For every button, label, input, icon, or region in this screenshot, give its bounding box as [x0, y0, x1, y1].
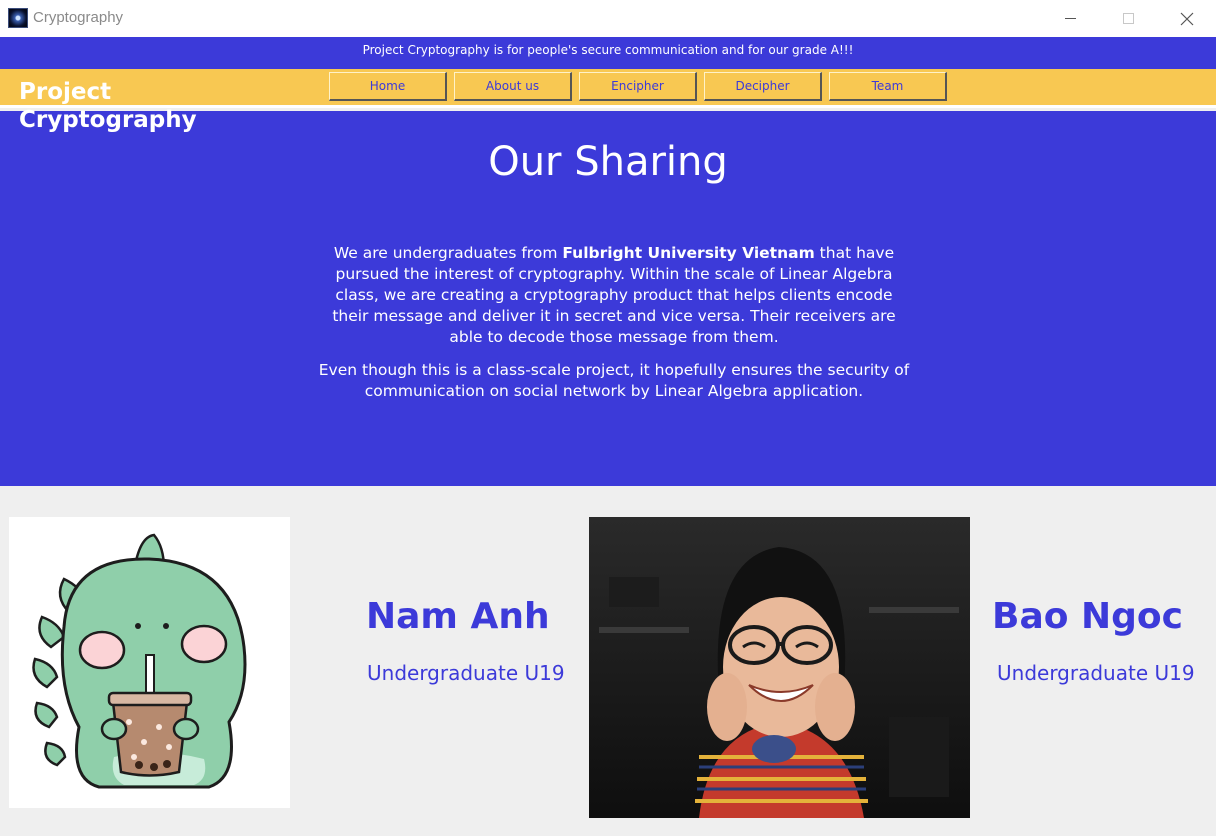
- app-icon: [8, 8, 28, 28]
- close-icon: [1180, 12, 1194, 25]
- university-name: Fulbright University Vietnam: [562, 244, 815, 262]
- hero-description: We are undergraduates from Fulbright Uni…: [318, 243, 910, 414]
- member-name-2: Bao Ngoc: [992, 596, 1183, 637]
- member-role-1: Undergraduate U19: [367, 661, 565, 685]
- close-button[interactable]: [1158, 0, 1216, 37]
- maximize-icon: [1122, 13, 1134, 24]
- member-name-1: Nam Anh: [366, 596, 550, 637]
- dinosaur-boba-illustration: [9, 517, 290, 808]
- member-role-2: Undergraduate U19: [997, 661, 1195, 685]
- nav-home-button[interactable]: Home: [329, 72, 447, 101]
- hero-paragraph-1: We are undergraduates from Fulbright Uni…: [318, 243, 910, 348]
- smiling-student-photo: [589, 517, 970, 818]
- window-title: Cryptography: [33, 9, 124, 26]
- nav-about-button[interactable]: About us: [454, 72, 572, 101]
- brand-line-2: Cryptography: [19, 107, 197, 133]
- brand-logo-text: Project Cryptography: [19, 78, 239, 134]
- hero-p1-start: We are undergraduates from: [333, 244, 563, 262]
- nav-team-button[interactable]: Team: [829, 72, 947, 101]
- hero-title: Our Sharing: [488, 139, 728, 185]
- minimize-button[interactable]: [1041, 0, 1099, 37]
- brand-line-1: Project: [19, 79, 112, 105]
- nav-decipher-button[interactable]: Decipher: [704, 72, 822, 101]
- maximize-button[interactable]: [1099, 0, 1157, 37]
- hero-section: Our Sharing We are undergraduates from F…: [0, 111, 1216, 486]
- announcement-banner: Project Cryptography is for people's sec…: [0, 37, 1216, 69]
- hero-paragraph-2: Even though this is a class-scale projec…: [318, 361, 910, 400]
- minimize-icon: [1064, 18, 1076, 19]
- nav-encipher-button[interactable]: Encipher: [579, 72, 697, 101]
- member-photo-bao-ngoc: [589, 517, 970, 818]
- member-photo-nam-anh: [9, 517, 290, 808]
- window-titlebar: Cryptography: [0, 0, 1216, 37]
